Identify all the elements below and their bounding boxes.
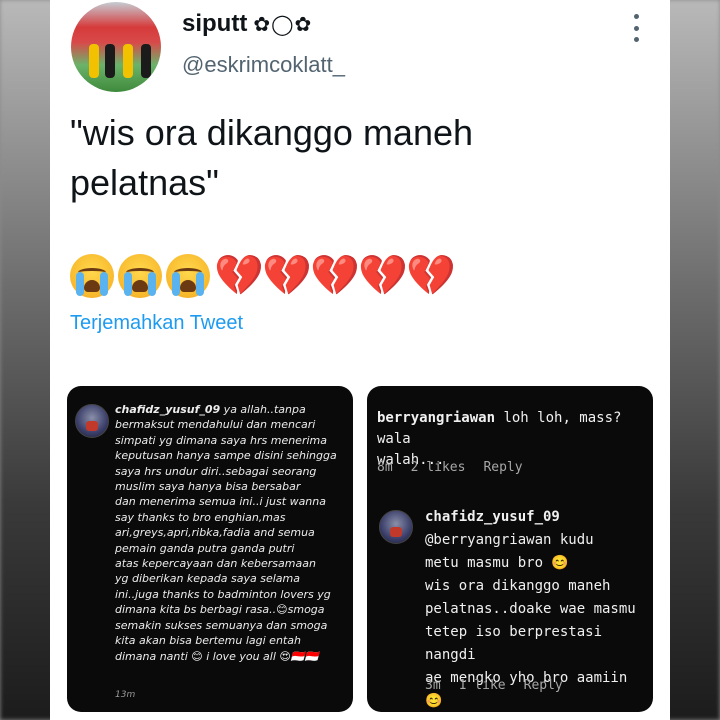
broken-heart-icon: 💔 — [262, 253, 312, 299]
comment-username: berryangriawan — [377, 410, 496, 426]
author-row: siputt ✿◯✿ — [182, 10, 312, 38]
comment-body: chafidz_yusuf_09 ya allah..tanpa bermaks… — [115, 402, 339, 664]
replier-avatar — [379, 510, 413, 544]
tweet-emoji-row: 💔 💔 💔 💔 💔 — [70, 253, 456, 299]
comment-time: 8m — [377, 460, 393, 475]
avatar[interactable] — [71, 2, 161, 92]
broken-heart-icon: 💔 — [406, 253, 456, 299]
reply-time: 3m — [425, 678, 441, 693]
broken-heart-icon: 💔 — [310, 253, 360, 299]
comment-likes: 2 likes — [410, 460, 466, 475]
comment-reply-link[interactable]: Reply — [483, 460, 522, 475]
author-name-decoration: ✿◯✿ — [253, 12, 313, 36]
broken-heart-icon: 💔 — [358, 253, 408, 299]
loudly-crying-face-icon — [166, 254, 210, 298]
comment-time: 13m — [115, 690, 136, 700]
loudly-crying-face-icon — [70, 254, 114, 298]
loudly-crying-face-icon — [118, 254, 162, 298]
attached-screenshot-left[interactable]: chafidz_yusuf_09 ya allah..tanpa bermaks… — [67, 386, 353, 712]
reply-meta: 3m 1 like Reply — [425, 678, 563, 693]
more-options-icon[interactable] — [632, 14, 640, 42]
author-name[interactable]: siputt — [182, 10, 247, 38]
broken-heart-icon: 💔 — [214, 253, 264, 299]
comment-meta: 8m 2 likes Reply — [377, 460, 523, 475]
comment-username: chafidz_yusuf_09 — [115, 403, 221, 416]
tweet-card: siputt ✿◯✿ @eskrimcoklatt_ "wis ora dika… — [50, 0, 670, 720]
reply-reply-link[interactable]: Reply — [524, 678, 563, 693]
tweet-text: "wis ora dikanggo maneh pelatnas" — [70, 112, 474, 203]
translate-tweet-link[interactable]: Terjemahkan Tweet — [70, 312, 243, 335]
author-handle[interactable]: @eskrimcoklatt_ — [182, 52, 345, 78]
comment-text: ya allah..tanpa bermaksut mendahului dan… — [115, 403, 337, 663]
reply-username: chafidz_yusuf_09 — [425, 509, 560, 525]
attached-screenshot-right[interactable]: berryangriawan loh loh, mass? wala walah… — [367, 386, 653, 712]
commenter-avatar — [75, 404, 109, 438]
reply-likes: 1 like — [458, 678, 506, 693]
